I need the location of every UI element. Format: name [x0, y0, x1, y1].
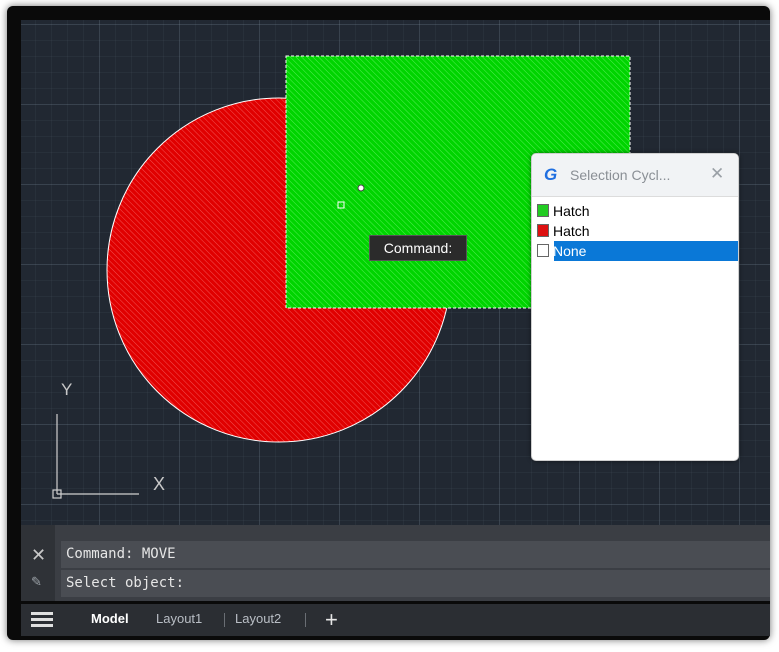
- command-tooltip: Command:: [369, 235, 467, 261]
- pencil-icon: ✎: [31, 574, 42, 589]
- tab-layout2[interactable]: Layout2: [235, 611, 281, 626]
- red-swatch-icon: [537, 224, 549, 237]
- command-input[interactable]: Select object:: [61, 570, 770, 597]
- list-item-label: None: [553, 243, 587, 259]
- close-icon[interactable]: ✕: [31, 545, 46, 566]
- layout-tab-bar: Model Layout1 Layout2 +: [21, 604, 770, 636]
- command-line-area: ✕ ✎ Command: MOVE Select object:: [21, 525, 770, 601]
- tab-separator: [224, 613, 225, 627]
- list-item-label: Hatch: [553, 223, 590, 239]
- app-window: Y X Command: G Selection Cycl... ✕ Hatch…: [7, 6, 770, 640]
- list-item-label: Hatch: [553, 203, 590, 219]
- crosshair-cursor: [357, 184, 365, 192]
- none-swatch-icon: [537, 244, 549, 257]
- list-item[interactable]: Hatch: [536, 201, 736, 221]
- ucs-y-label: Y: [61, 380, 73, 399]
- hamburger-menu-icon[interactable]: [31, 612, 53, 628]
- dialog-title: Selection Cycl...: [570, 167, 671, 183]
- green-swatch-icon: [537, 204, 549, 217]
- ucs-icon: [52, 414, 139, 499]
- tab-layout1[interactable]: Layout1: [156, 611, 202, 626]
- selection-cycling-dialog: G Selection Cycl... ✕ Hatch Hatch None: [531, 153, 739, 461]
- tab-separator: [305, 613, 306, 627]
- tab-model[interactable]: Model: [91, 611, 129, 626]
- close-icon[interactable]: ✕: [710, 164, 724, 184]
- dialog-titlebar[interactable]: G Selection Cycl... ✕: [532, 154, 738, 197]
- drawing-canvas[interactable]: Y X Command: G Selection Cycl... ✕ Hatch…: [21, 20, 770, 525]
- app-logo-icon: G: [544, 165, 558, 184]
- command-history: Command: MOVE: [61, 541, 770, 568]
- add-layout-icon[interactable]: +: [325, 607, 338, 633]
- list-item-selected[interactable]: None: [536, 241, 738, 261]
- selection-list: Hatch Hatch None: [536, 201, 738, 261]
- ucs-x-label: X: [153, 474, 166, 494]
- list-item[interactable]: Hatch: [536, 221, 736, 241]
